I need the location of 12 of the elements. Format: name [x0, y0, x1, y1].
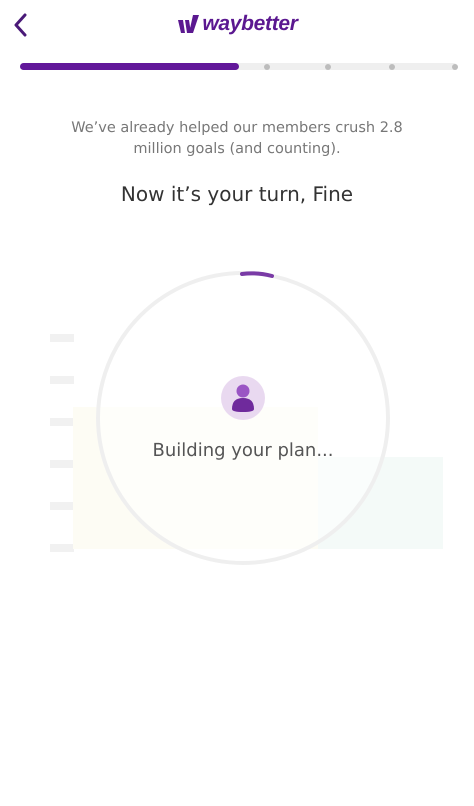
step-dot: [388, 64, 395, 70]
avatar-icon: [221, 376, 265, 420]
logo-icon: [176, 14, 200, 34]
spinner-arc-icon: [240, 271, 274, 278]
step-dot: [264, 64, 270, 70]
step-dot: [325, 64, 332, 70]
status-text: Building your plan...: [152, 440, 334, 460]
step-dot: [452, 64, 458, 70]
brand-logo: waybetter: [202, 12, 298, 36]
back-icon[interactable]: [13, 13, 27, 37]
intro-text: We’ve already helped our members crush 2.8 million goals (and counting).: [70, 119, 404, 159]
heading: Now it’s your turn, Fine: [120, 182, 354, 206]
